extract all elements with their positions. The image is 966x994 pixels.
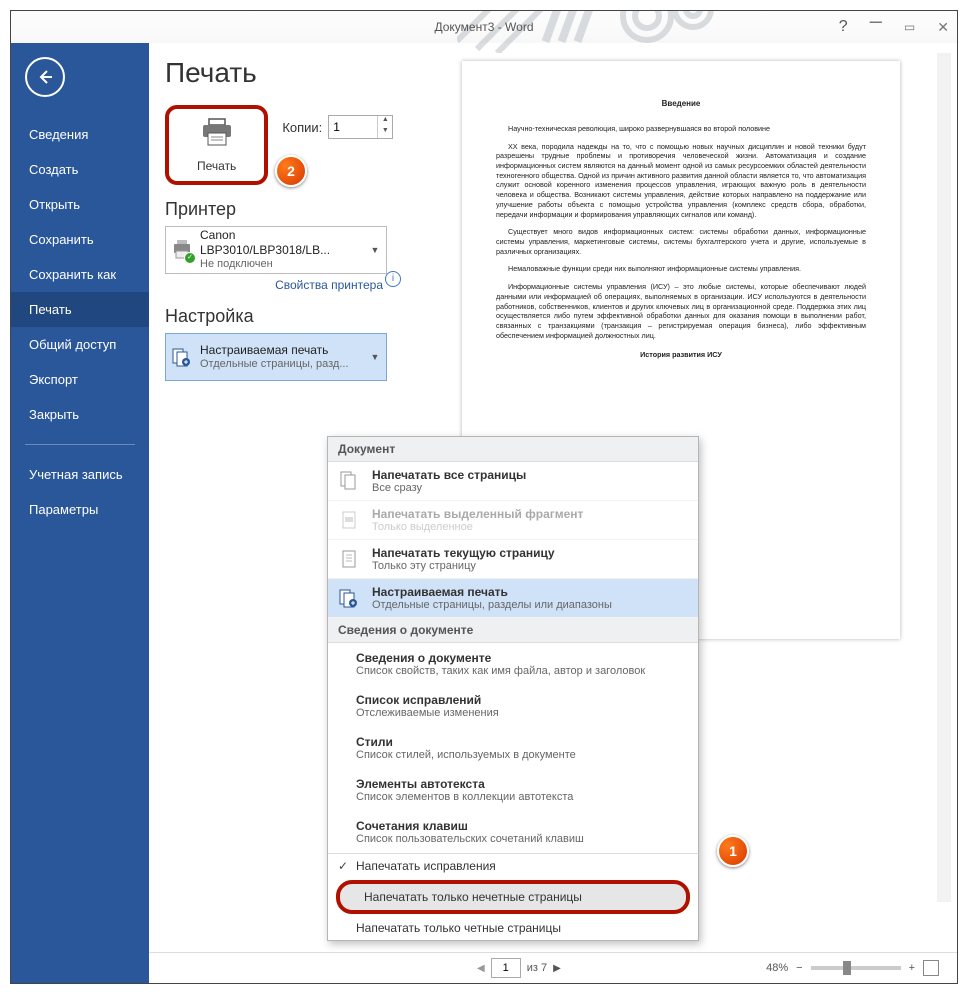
annotation-badge-1: 1	[717, 835, 749, 867]
annotation-badge-2: 2	[275, 155, 307, 187]
info-icon[interactable]: i	[385, 271, 401, 287]
dd-toggle-revisions[interactable]: Напечатать исправления	[328, 854, 698, 878]
back-button[interactable]	[25, 57, 65, 97]
pages-all-icon	[336, 468, 362, 494]
doc-title: Введение	[496, 99, 866, 110]
sidebar-item-share[interactable]: Общий доступ	[11, 327, 149, 362]
minimize-icon[interactable]: –	[870, 10, 882, 34]
range-sublabel: Отдельные страницы, разд...	[200, 358, 368, 372]
doc-paragraph: Информационные системы управления (ИСУ) …	[496, 282, 866, 340]
spin-down-icon[interactable]: ▼	[378, 127, 392, 138]
dd-odd-pages[interactable]: Напечатать только нечетные страницы	[336, 880, 690, 914]
printer-device-icon: ✓	[170, 238, 194, 262]
page-next-icon[interactable]: ▶	[553, 963, 561, 974]
settings-heading: Настройка	[165, 306, 425, 327]
copies-label: Копии:	[282, 120, 322, 135]
page-number-input[interactable]	[491, 958, 521, 978]
dd-info-styles[interactable]: СтилиСписок стилей, используемых в докум…	[328, 727, 698, 769]
printer-properties-link[interactable]: Свойства принтера	[165, 278, 383, 292]
printer-status: Не подключен	[200, 258, 368, 272]
sidebar-item-options[interactable]: Параметры	[11, 492, 149, 527]
dd-info-revisions[interactable]: Список исправленийОтслеживаемые изменени…	[328, 685, 698, 727]
dd-info-shortcuts[interactable]: Сочетания клавишСписок пользовательских …	[328, 811, 698, 853]
vertical-scrollbar[interactable]	[937, 53, 951, 902]
print-button-label: Печать	[197, 159, 236, 173]
copies-input[interactable]	[329, 117, 377, 137]
doc-paragraph: Немаловажные функции среди них выполняют…	[496, 264, 866, 274]
sidebar-item-export[interactable]: Экспорт	[11, 362, 149, 397]
dropdown-section-header: Сведения о документе	[328, 618, 698, 643]
printer-icon	[197, 117, 236, 155]
spin-up-icon[interactable]: ▲	[378, 116, 392, 127]
range-label: Настраиваемая печать	[200, 343, 368, 358]
titlebar: Документ3 - Word ? – ▭ ✕	[11, 11, 957, 43]
print-backstage: Печать Печать 2 Копии:	[149, 43, 957, 983]
zoom-value: 48%	[766, 962, 788, 974]
chevron-down-icon[interactable]: ▼	[368, 245, 382, 255]
sidebar-item-saveas[interactable]: Сохранить как	[11, 257, 149, 292]
doc-paragraph: Научно-техническая революция, широко раз…	[496, 124, 866, 134]
zoom-out-icon[interactable]: −	[796, 962, 802, 974]
printer-heading: Принтер	[165, 199, 425, 220]
sidebar-item-open[interactable]: Открыть	[11, 187, 149, 222]
page-single-icon	[336, 546, 362, 572]
window-title: Документ3 - Word	[434, 20, 533, 34]
close-icon[interactable]: ✕	[937, 19, 949, 36]
dd-item-all-pages[interactable]: Напечатать все страницыВсе сразу	[328, 462, 698, 501]
dd-item-custom[interactable]: Настраиваемая печатьОтдельные страницы, …	[328, 579, 698, 618]
chevron-down-icon[interactable]: ▼	[368, 352, 382, 362]
pages-custom-icon	[170, 345, 194, 369]
dd-info-docprops[interactable]: Сведения о документеСписок свойств, таки…	[328, 643, 698, 685]
fit-page-icon[interactable]	[923, 960, 939, 976]
sidebar-item-close[interactable]: Закрыть	[11, 397, 149, 432]
doc-paragraph: XX века, породила надежды на то, что с п…	[496, 142, 866, 220]
sidebar-separator	[25, 444, 135, 445]
page-prev-icon[interactable]: ◀	[477, 963, 485, 974]
backstage-sidebar: Сведения Создать Открыть Сохранить Сохра…	[11, 43, 149, 983]
zoom-in-icon[interactable]: +	[909, 962, 915, 974]
app-window: Документ3 - Word ? – ▭ ✕ Сведения Создат…	[10, 10, 958, 984]
copies-spinner[interactable]: ▲▼	[328, 115, 393, 139]
preview-statusbar: ◀ из 7 ▶ 48% − +	[149, 952, 957, 983]
page-heading: Печать	[165, 57, 425, 89]
sidebar-item-account[interactable]: Учетная запись	[11, 457, 149, 492]
sidebar-item-info[interactable]: Сведения	[11, 117, 149, 152]
help-icon[interactable]: ?	[839, 18, 848, 36]
page-of-label: из 7	[527, 962, 547, 974]
page-selection-icon	[336, 507, 362, 533]
dd-even-pages[interactable]: Напечатать только четные страницы	[328, 916, 698, 940]
print-range-dropdown: Документ Напечатать все страницыВсе сраз…	[327, 436, 699, 941]
status-check-icon: ✓	[184, 252, 196, 264]
printer-selector[interactable]: ✓ Canon LBP3010/LBP3018/LB... Не подключ…	[165, 226, 387, 274]
print-button[interactable]: Печать 2	[165, 105, 268, 185]
sidebar-item-save[interactable]: Сохранить	[11, 222, 149, 257]
dd-item-selection: Напечатать выделенный фрагментТолько выд…	[328, 501, 698, 540]
doc-paragraph: Существует много видов информационных си…	[496, 227, 866, 256]
print-range-selector[interactable]: Настраиваемая печать Отдельные страницы,…	[165, 333, 387, 381]
pages-custom-icon	[336, 585, 362, 611]
sidebar-item-new[interactable]: Создать	[11, 152, 149, 187]
printer-name: Canon LBP3010/LBP3018/LB...	[200, 228, 368, 258]
maximize-icon[interactable]: ▭	[904, 20, 915, 34]
dropdown-section-header: Документ	[328, 437, 698, 462]
dd-item-current-page[interactable]: Напечатать текущую страницуТолько эту ст…	[328, 540, 698, 579]
zoom-slider[interactable]	[811, 966, 901, 970]
sidebar-item-print[interactable]: Печать	[11, 292, 149, 327]
dd-info-autotext[interactable]: Элементы автотекстаСписок элементов в ко…	[328, 769, 698, 811]
doc-section-title: История развития ИСУ	[496, 350, 866, 360]
